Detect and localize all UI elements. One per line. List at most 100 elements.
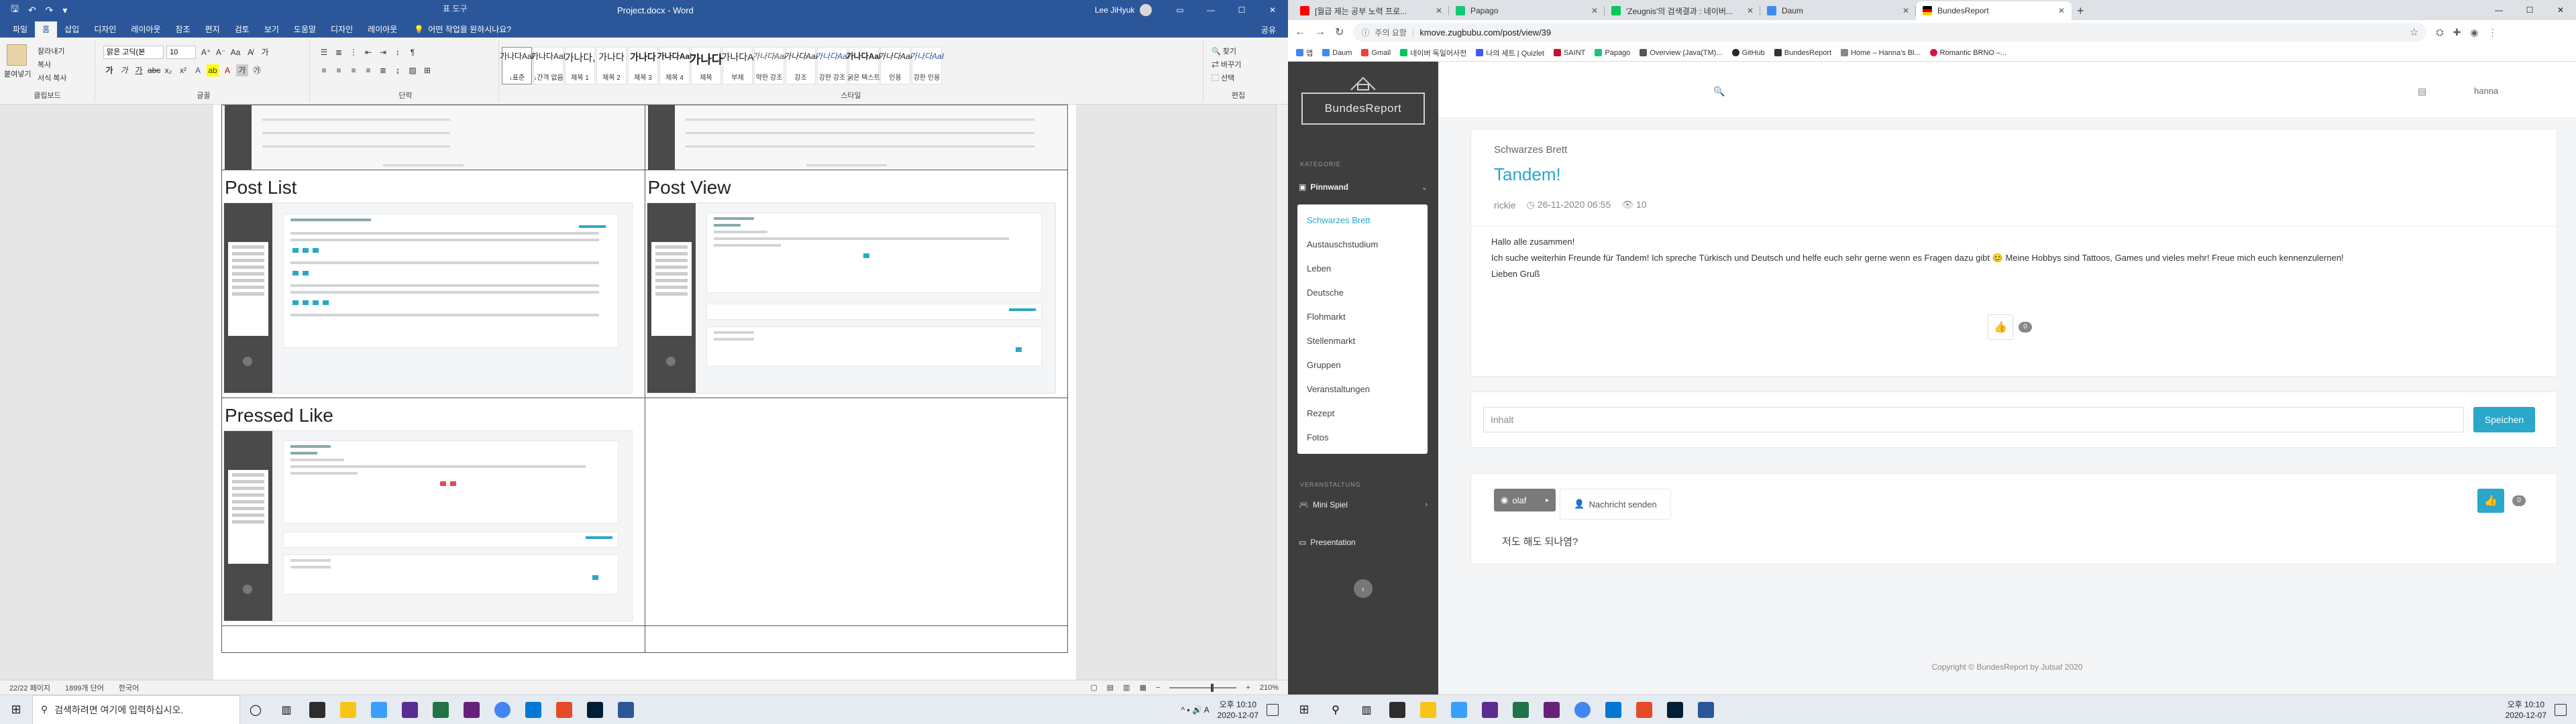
bookmark[interactable]: 나의 세트 | Quizlet	[1476, 48, 1544, 58]
warning-icon[interactable]: ⓘ	[1361, 27, 1369, 38]
search-icon[interactable]: 🔍	[1713, 86, 1725, 97]
bookmark[interactable]: SAINT	[1553, 49, 1585, 57]
table-cell[interactable]: Post List	[221, 170, 645, 398]
taskbar-app[interactable]	[1474, 695, 1505, 724]
tab-layout[interactable]: 레이아웃	[123, 21, 168, 38]
sort-icon[interactable]: ↕	[392, 46, 404, 58]
close-icon[interactable]: ✕	[1591, 6, 1598, 15]
cortana-icon[interactable]: ◯	[240, 695, 271, 724]
replace-button[interactable]: ⇄ 바꾸기	[1212, 59, 1241, 70]
taskbar-app[interactable]	[1690, 695, 1721, 724]
close-icon[interactable]: ✕	[1257, 0, 1288, 20]
char-shading-icon[interactable]: 가	[236, 64, 248, 76]
menu-item-flohmarkt[interactable]: Flohmarkt	[1297, 305, 1428, 329]
style-heading-2[interactable]: 가나다 제목 2	[596, 47, 627, 84]
font-color-icon[interactable]: A	[221, 64, 233, 76]
multilevel-list-icon[interactable]: ⋮	[347, 46, 360, 58]
security-status[interactable]: 주의 요함	[1375, 27, 1407, 38]
task-view-icon[interactable]: ▥	[1351, 695, 1382, 724]
bookmark[interactable]: Papago	[1595, 49, 1630, 57]
style-subtle-emphasis[interactable]: 가나다AaI 약한 강조	[752, 47, 786, 84]
taskbar-app[interactable]	[1660, 695, 1690, 724]
search-icon[interactable]: ⚲	[1320, 695, 1351, 724]
grid-menu-icon[interactable]: ▤	[2418, 86, 2426, 97]
borders-icon[interactable]: ⊞	[421, 64, 433, 76]
table-cell[interactable]	[221, 105, 645, 170]
bookmark[interactable]: Daum	[1322, 49, 1352, 57]
share-button[interactable]: 공유	[1261, 24, 1276, 36]
maximize-icon[interactable]: ☐	[1226, 0, 1257, 20]
style-quote[interactable]: 가나다AaI 인용	[878, 47, 912, 84]
browser-tab[interactable]: Papago ✕	[1449, 1, 1605, 20]
browser-tab-active[interactable]: BundesReport ✕	[1916, 1, 2072, 20]
tab-design[interactable]: 디자인	[87, 21, 123, 38]
taskbar-app[interactable]	[1413, 695, 1444, 724]
tray-icons[interactable]: ^ ▪ 🔊 A	[1181, 705, 1209, 715]
word-count[interactable]: 1899개 단어	[65, 682, 104, 693]
new-tab-button[interactable]: +	[2072, 1, 2090, 20]
enclose-char-icon[interactable]: ㉮	[251, 64, 263, 76]
menu-item-leben[interactable]: Leben	[1297, 257, 1428, 281]
taskbar-app[interactable]	[302, 695, 333, 724]
taskbar-app[interactable]	[1505, 695, 1536, 724]
style-normal[interactable]: 가나다AaI ↓표준	[500, 47, 534, 84]
windows-start-icon[interactable]: ⊞	[0, 695, 32, 724]
bookmark[interactable]: Overview (Java(TM)...	[1640, 49, 1723, 57]
screenshot-table[interactable]: Post List Post View Pressed Like	[221, 105, 1068, 653]
menu-item-deutsche[interactable]: Deutsche	[1297, 281, 1428, 305]
vertical-scrollbar[interactable]	[1276, 105, 1288, 680]
font-name-box[interactable]: 맑은 고딕(본	[103, 46, 164, 59]
table-cell[interactable]	[644, 398, 1068, 626]
menu-item-austauschstudium[interactable]: Austauschstudium	[1297, 233, 1428, 257]
mini-spiel-toggle[interactable]: 🎮 Mini Spiel ›	[1299, 497, 1428, 512]
browser-tab[interactable]: 'Zeugnis'의 검색결과 : 네이버... ✕	[1605, 1, 1760, 20]
bookmark[interactable]: BundesReport	[1774, 49, 1831, 57]
increase-indent-icon[interactable]: ⇥	[377, 46, 389, 58]
format-painter-button[interactable]: 서식 복사	[38, 72, 67, 83]
font-size-box[interactable]: 10	[166, 46, 196, 59]
bold-icon[interactable]: 가	[103, 64, 115, 76]
taskbar-app[interactable]	[364, 695, 394, 724]
menu-item-veranstaltungen[interactable]: Veranstaltungen	[1297, 377, 1428, 402]
notification-icon[interactable]	[2555, 704, 2567, 716]
taskbar-app[interactable]	[1629, 695, 1660, 724]
zoom-in-icon[interactable]: +	[1246, 684, 1250, 692]
change-case-icon[interactable]: Aa	[229, 46, 241, 58]
bookmark[interactable]: 앱	[1296, 48, 1313, 58]
taskbar-app[interactable]	[1536, 695, 1567, 724]
zoom-out-icon[interactable]: −	[1156, 684, 1160, 692]
notification-icon[interactable]	[1267, 704, 1279, 716]
address-bar[interactable]: ⓘ 주의 요함 | kmove.zugbubu.com/post/view/39…	[1353, 23, 2427, 42]
maximize-icon[interactable]: ☐	[2514, 0, 2545, 20]
style-heading-4[interactable]: 가나다AaI 제목 4	[657, 47, 692, 84]
menu-item-fotos[interactable]: Fotos	[1297, 426, 1428, 450]
bookmark[interactable]: Gmail	[1361, 49, 1391, 57]
zoom-level[interactable]: 210%	[1260, 684, 1279, 692]
dropdown-icon[interactable]: ▾	[62, 5, 67, 16]
windows-start-icon[interactable]: ⊞	[1288, 695, 1320, 724]
minimize-icon[interactable]: —	[2483, 0, 2514, 20]
taskbar-app[interactable]	[549, 695, 580, 724]
document-page[interactable]: Post List Post View Pressed Like	[213, 105, 1076, 680]
subscript-icon[interactable]: x₂	[162, 64, 174, 76]
tab-insert[interactable]: 삽입	[57, 21, 87, 38]
post-author[interactable]: rickie	[1494, 200, 1516, 210]
back-icon[interactable]: ←	[1295, 26, 1305, 38]
style-intense-quote[interactable]: 가나다AaI 강한 인용	[910, 47, 944, 84]
tab-help[interactable]: 도움말	[286, 21, 323, 38]
strikethrough-icon[interactable]: abc	[148, 64, 160, 76]
close-icon[interactable]: ✕	[1747, 6, 1754, 15]
style-heading-1[interactable]: 가나다, 제목 1	[565, 47, 595, 84]
task-view-icon[interactable]: ▥	[271, 695, 302, 724]
extensions-icon[interactable]: ⛭	[2436, 27, 2443, 38]
save-icon[interactable]: 🖫	[11, 2, 19, 18]
style-intense-emphasis[interactable]: 가나다AaI 강한 강조	[815, 47, 849, 84]
numbering-icon[interactable]: ≣	[333, 46, 345, 58]
profile-icon[interactable]: ◉	[2470, 27, 2478, 38]
taskbar-app[interactable]	[610, 695, 641, 724]
justify-icon[interactable]: ≡	[362, 64, 374, 76]
style-strong[interactable]: 가나다AaI 굵은 텍스트	[847, 47, 881, 84]
document-area[interactable]: Post List Post View Pressed Like	[0, 105, 1288, 680]
align-center-icon[interactable]: ≡	[333, 64, 345, 76]
reload-icon[interactable]: ↻	[1335, 25, 1344, 39]
